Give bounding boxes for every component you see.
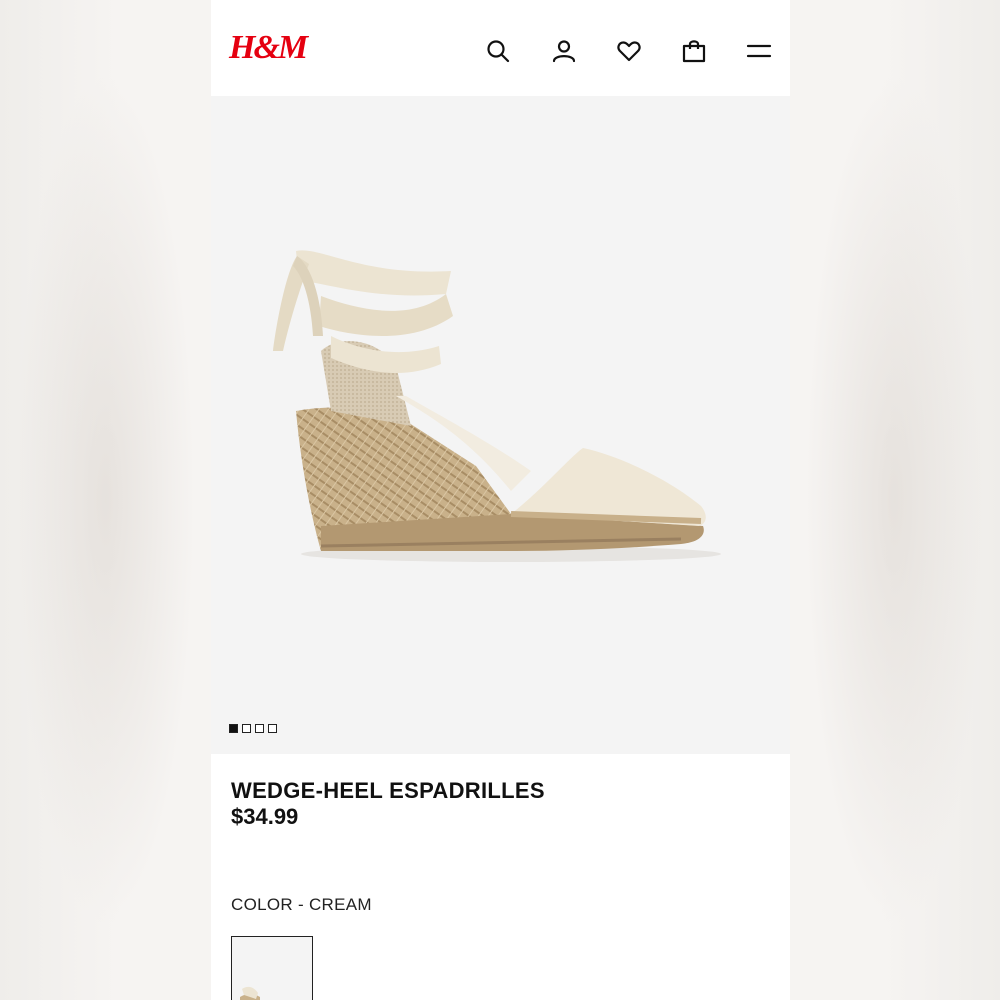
product-image-gallery[interactable] <box>211 96 790 754</box>
product-title: WEDGE-HEEL ESPADRILLES <box>231 778 545 803</box>
search-icon[interactable] <box>485 38 511 64</box>
gallery-pagination <box>229 724 277 733</box>
account-icon[interactable] <box>551 38 577 64</box>
background-blur-right <box>789 0 1000 1000</box>
espadrille-product-image <box>273 250 721 562</box>
product-price: $34.99 <box>231 804 299 829</box>
color-label: COLOR - CREAM <box>231 895 372 914</box>
gallery-dot[interactable] <box>268 724 277 733</box>
shopping-bag-icon[interactable] <box>681 38 707 64</box>
site-header: H&M <box>211 0 790 96</box>
product-page: H&M WEDGE-HEEL ESPADRILLES $34.99 COLOR … <box>211 0 790 1000</box>
gallery-dot[interactable] <box>242 724 251 733</box>
product-info: WEDGE-HEEL ESPADRILLES $34.99 COLOR - CR… <box>211 754 790 1000</box>
gallery-dot[interactable] <box>229 724 238 733</box>
background-blur-left <box>0 0 211 1000</box>
gallery-dot[interactable] <box>255 724 264 733</box>
heart-icon[interactable] <box>616 38 642 64</box>
swatch-thumbnail <box>232 937 312 1000</box>
hm-logo[interactable]: H&M <box>229 28 308 68</box>
color-swatch-cream[interactable] <box>231 936 313 1000</box>
menu-icon[interactable] <box>746 38 772 64</box>
